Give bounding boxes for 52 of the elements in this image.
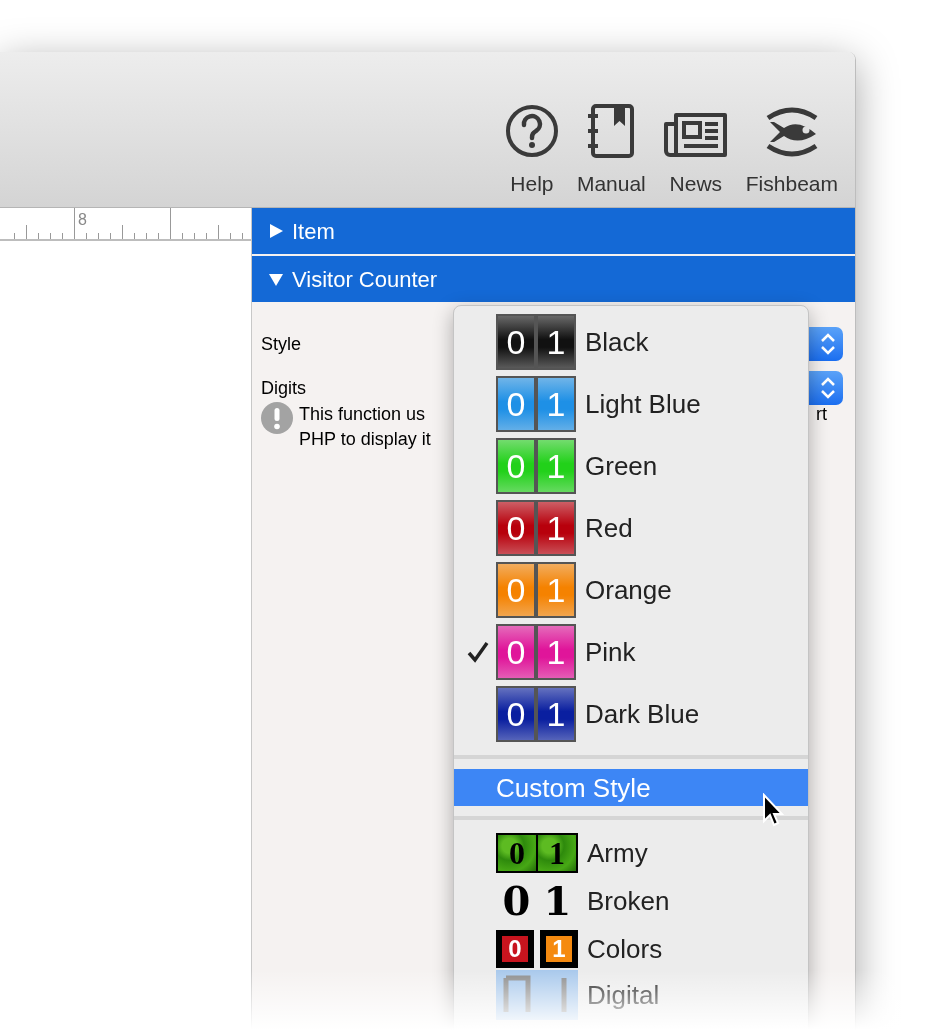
digit-glyph: 0	[502, 881, 531, 921]
digit-tile: 0	[496, 376, 536, 432]
digit-tile: 1	[536, 624, 576, 680]
digit-tile: 0	[496, 562, 536, 618]
toolbar-button[interactable]: News	[663, 101, 728, 199]
menu-item[interactable]: 0 1 Pink	[454, 621, 808, 683]
menu-item[interactable]: 0 1 Broken	[454, 876, 808, 926]
menu-item[interactable]: 0 1 Light Blue	[454, 373, 808, 435]
notebook-icon	[586, 103, 637, 158]
triangle-down-icon	[268, 271, 284, 287]
menu-item[interactable]: 0 1 Dark Blue	[454, 683, 808, 745]
menu-item[interactable]: 0 1 Orange	[454, 559, 808, 621]
digit-tile: 1	[536, 376, 576, 432]
menu-item[interactable]: 0 1 Red	[454, 497, 808, 559]
section-header[interactable]: Visitor Counter	[252, 256, 855, 302]
digit-tile: 0	[498, 835, 536, 871]
info-note: This function us PHP to display it	[299, 403, 431, 451]
menu-item[interactable]: Custom Style	[454, 769, 808, 806]
digit-tile: 0	[496, 500, 536, 556]
mouse-pointer-icon	[762, 793, 784, 827]
field-label: Style	[261, 332, 302, 356]
exclamation-icon	[261, 402, 293, 434]
ruler-number: 8	[78, 212, 87, 228]
up-down-chevron-icon	[819, 331, 837, 357]
digit-tile: 1	[536, 438, 576, 494]
menu-item[interactable]: 0 1 Colors	[454, 926, 808, 972]
triangle-right-icon	[268, 223, 284, 239]
note-fragment: rt	[816, 403, 827, 426]
up-down-chevron-icon	[819, 375, 837, 401]
digit-tile: 1	[538, 835, 576, 871]
digit-tile: 1	[536, 500, 576, 556]
digital-digits-icon	[496, 970, 578, 1020]
digit-glyph: 1	[543, 881, 572, 921]
section-header[interactable]: Item	[252, 208, 855, 254]
digit-tile: 0	[496, 314, 536, 370]
digit-tile: 1	[536, 314, 576, 370]
menu-item[interactable]: 0 1 Black	[454, 311, 808, 373]
digit-tile: 0	[496, 930, 534, 968]
digit-tile: 1	[536, 686, 576, 742]
digit-tile: 0	[496, 686, 536, 742]
toolbar-button[interactable]: Manual	[576, 101, 646, 199]
help-icon	[504, 103, 559, 158]
field-label: Digits	[261, 376, 306, 400]
digit-tile: 1	[540, 930, 578, 968]
digit-tile: 0	[496, 438, 536, 494]
newspaper-icon	[663, 111, 728, 158]
toolbar-button[interactable]: Help	[504, 101, 559, 199]
menu-item[interactable]: 0 1 Army	[454, 830, 808, 876]
menu-item[interactable]: 0 1 Green	[454, 435, 808, 497]
digit-tile: 1	[536, 562, 576, 618]
toolbar-button[interactable]: Fishbeam	[745, 101, 838, 199]
digit-tile: 0	[496, 624, 536, 680]
